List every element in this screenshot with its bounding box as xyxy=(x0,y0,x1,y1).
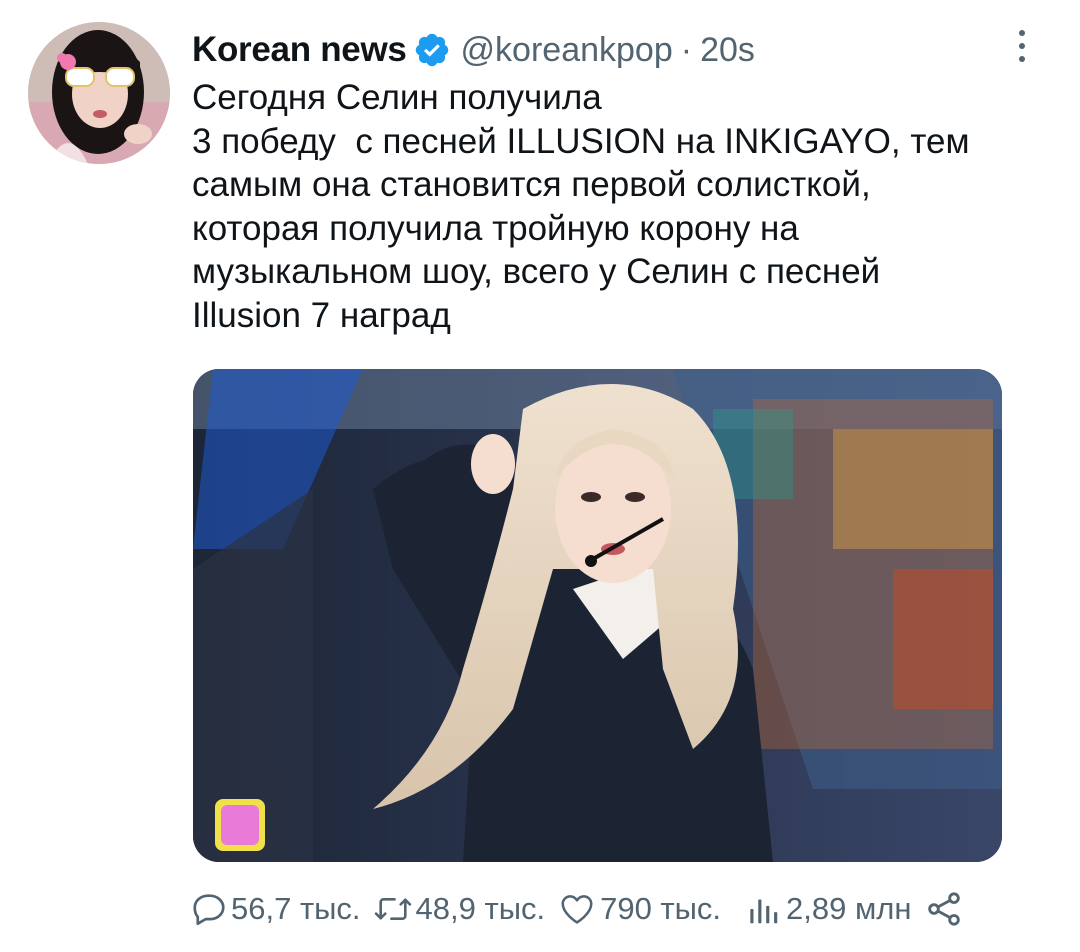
heart-icon xyxy=(557,890,597,928)
retweet-count: 48,9 тыс. xyxy=(415,891,546,926)
tweet-text-line: 3 победу с песней ILLUSION на INKIGAYO, … xyxy=(192,121,970,161)
views-count: 2,89 млн xyxy=(786,891,912,926)
retweet-icon xyxy=(373,890,413,928)
tweet-header: Korean news @koreankpop · 20s xyxy=(192,26,755,74)
tweet-text-line: Сегодня Селин получила xyxy=(192,78,602,117)
tweet-text-line: музыкальном шоу, всего у Селин с песней xyxy=(192,252,881,291)
tweet-text: Сегодня Селин получила 3 победу с песней… xyxy=(192,76,1042,337)
author-handle[interactable]: @koreankpop xyxy=(461,31,673,70)
author-avatar[interactable] xyxy=(28,22,170,164)
like-count: 790 тыс. xyxy=(600,891,722,926)
retweet-button[interactable]: 48,9 тыс. xyxy=(373,890,546,928)
separator-dot: · xyxy=(680,30,693,69)
tweet-text-line: которая получила тройную корону на xyxy=(192,208,799,248)
tweet-text-line: Illusion 7 наград xyxy=(192,295,451,335)
more-vertical-icon[interactable] xyxy=(1012,30,1032,70)
like-button[interactable]: 790 тыс. xyxy=(557,890,721,928)
tweet: Korean news @koreankpop · 20s Сегодня Се… xyxy=(0,0,1080,952)
reply-count: 56,7 тыс. xyxy=(231,891,361,926)
verified-badge-icon xyxy=(413,31,451,69)
share-icon xyxy=(924,889,964,929)
share-button[interactable] xyxy=(924,889,964,929)
tweet-media-photo[interactable] xyxy=(193,369,1002,862)
reply-button[interactable]: 56,7 тыс. xyxy=(190,890,361,928)
tweet-text-line: самым она становится первой солисткой, xyxy=(192,165,871,204)
author-display-name[interactable]: Korean news xyxy=(192,30,407,70)
reply-icon xyxy=(190,890,228,928)
tweet-actions: 56,7 тыс. 48,9 тыс. 790 тыс. 2,89 млн xyxy=(190,884,964,934)
views-bar-chart-icon xyxy=(743,890,783,928)
tweet-timestamp[interactable]: 20s xyxy=(700,31,755,70)
views-button[interactable]: 2,89 млн xyxy=(743,890,912,928)
